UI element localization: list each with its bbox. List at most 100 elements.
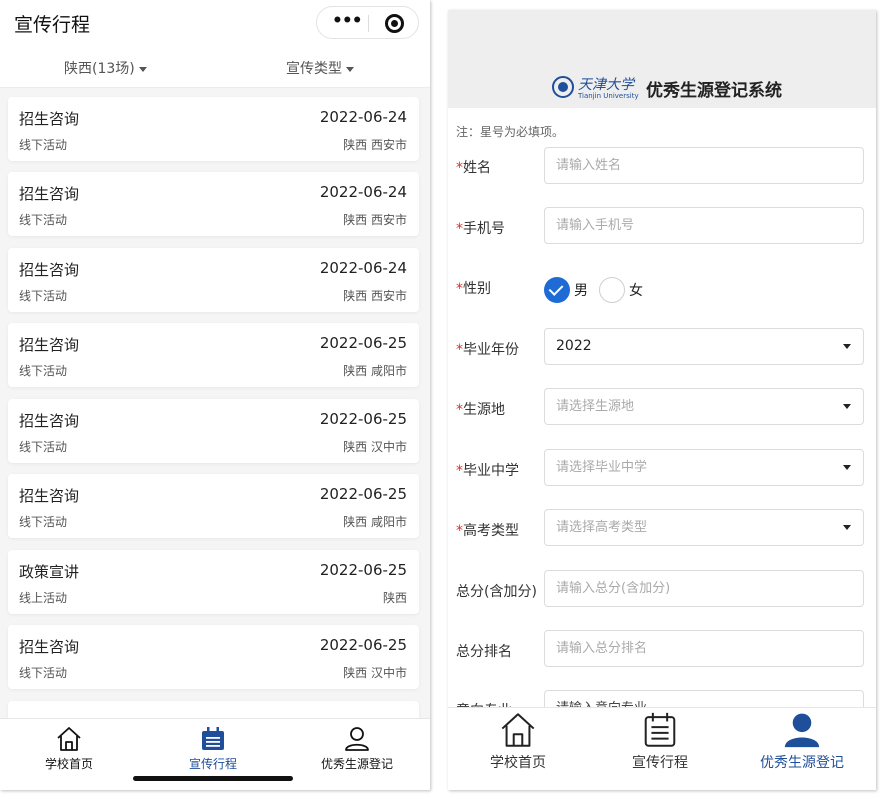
gender-male-radio[interactable]: [544, 277, 570, 303]
university-emblem-icon: [552, 76, 574, 98]
exam-type-select[interactable]: 请选择高考类型: [544, 509, 864, 546]
event-title: 招生咨询: [19, 261, 80, 279]
label-text: 毕业年份: [463, 342, 519, 358]
event-date: 2022-06-25: [319, 334, 407, 352]
home-icon: [57, 727, 81, 751]
rank-label: 总分排名: [456, 644, 512, 660]
event-location: 陕西: [382, 591, 407, 605]
phone-label: *手机号: [456, 218, 505, 238]
event-location: 陕西 西安市: [343, 138, 407, 152]
origin-placeholder: 请选择生源地: [556, 399, 635, 414]
event-mode: 线下活动: [19, 289, 68, 303]
user-icon: [784, 713, 820, 748]
event-location: 陕西 西安市: [343, 289, 407, 303]
tab-student-registration[interactable]: 优秀生源登记: [297, 725, 417, 772]
tab-label: 宣传行程: [632, 755, 688, 771]
total-score-label: 总分(含加分): [456, 584, 537, 600]
event-date: 2022-06-25: [319, 561, 407, 579]
logo-cn: 天津大学: [578, 77, 634, 93]
name-label: *姓名: [456, 157, 491, 177]
nav-bar: 宣传行程 •••: [0, 0, 430, 46]
total-score-input[interactable]: 请输入总分(含加分): [544, 570, 864, 607]
school-select[interactable]: 请选择毕业中学: [544, 449, 864, 486]
event-date: 2022-06-24: [319, 108, 407, 126]
header-banner: 天津大学 Tianjin University 优秀生源登记系统: [448, 10, 876, 108]
tab-itinerary[interactable]: 宣传行程: [153, 725, 273, 772]
event-mode: 线下活动: [19, 364, 68, 378]
type-filter[interactable]: 宣传类型: [286, 58, 354, 78]
page-title: 宣传行程: [14, 14, 91, 36]
event-mode: 线下活动: [19, 138, 68, 152]
event-date: 2022-06-24: [319, 259, 407, 277]
dropdown-arrow-icon: [843, 525, 851, 530]
gender-label: *性别: [456, 278, 491, 298]
tab-school-home[interactable]: 学校首页: [448, 710, 588, 772]
event-card[interactable]: 招生咨询 2022-06-24 线下活动 陕西 西安市: [8, 248, 419, 312]
required-mark: *: [456, 463, 463, 479]
required-mark: *: [456, 281, 463, 297]
user-icon: [345, 727, 369, 751]
event-card[interactable]: 招生咨询 2022-06-25 线下活动 陕西 汉中市: [8, 399, 419, 463]
event-title: 政策宣讲: [19, 563, 80, 581]
region-filter[interactable]: 陕西(13场): [64, 58, 147, 78]
required-mark: *: [456, 523, 463, 539]
school-placeholder: 请选择毕业中学: [556, 460, 648, 475]
event-location: 陕西 西安市: [343, 213, 407, 227]
event-card[interactable]: 招生咨询 2022-06-24 线下活动 陕西 西安市: [8, 97, 419, 161]
event-card[interactable]: 招生咨询 2022-06-25 线下活动 陕西 咸阳市: [8, 323, 419, 387]
required-mark: *: [456, 402, 463, 418]
origin-select[interactable]: 请选择生源地: [544, 388, 864, 425]
tab-label: 优秀生源登记: [760, 755, 844, 771]
tab-label: 学校首页: [44, 757, 93, 771]
close-icon[interactable]: [385, 14, 404, 33]
phone-input[interactable]: 请输入手机号: [544, 207, 864, 244]
region-filter-label: 陕西(13场): [64, 61, 135, 77]
exam-type-placeholder: 请选择高考类型: [556, 520, 648, 535]
label-text: 性别: [463, 281, 491, 297]
event-mode: 线下活动: [19, 440, 68, 454]
form-note: 注：星号为必填项。: [456, 125, 565, 139]
exam-type-label: *高考类型: [456, 520, 519, 540]
event-mode: 线下活动: [19, 213, 68, 227]
capsule-divider: [368, 15, 369, 32]
event-card[interactable]: 招生咨询 2022-06-25 线下活动 陕西 咸阳市: [8, 474, 419, 538]
more-icon[interactable]: •••: [332, 11, 363, 31]
grad-year-select[interactable]: 2022: [544, 328, 864, 365]
event-card[interactable]: 招生咨询 2022-06-25 线下活动 陕西 汉中市: [8, 625, 419, 689]
tab-itinerary[interactable]: 宣传行程: [590, 710, 730, 772]
label-text: 高考类型: [463, 523, 519, 539]
label-text: 手机号: [463, 221, 505, 237]
event-mode: 线下活动: [19, 666, 68, 680]
rank-input[interactable]: 请输入总分排名: [544, 630, 864, 667]
dropdown-arrow-icon: [843, 465, 851, 470]
event-card-partial[interactable]: [8, 701, 419, 718]
event-date: 2022-06-25: [319, 410, 407, 428]
grad-year-label: *毕业年份: [456, 339, 519, 359]
system-title: 优秀生源登记系统: [646, 81, 782, 101]
tab-label: 优秀生源登记: [320, 757, 393, 771]
name-input[interactable]: 请输入姓名: [544, 147, 864, 184]
school-label: *毕业中学: [456, 460, 519, 480]
event-list: 招生咨询 2022-06-24 线下活动 陕西 西安市 招生咨询 2022-06…: [0, 90, 430, 718]
caret-down-icon: [138, 66, 147, 72]
event-card[interactable]: 招生咨询 2022-06-24 线下活动 陕西 西安市: [8, 172, 419, 236]
label-text: 姓名: [463, 160, 491, 176]
event-date: 2022-06-25: [319, 485, 407, 503]
total-score-placeholder: 请输入总分(含加分): [556, 581, 671, 596]
event-title: 招生咨询: [19, 638, 80, 656]
event-card[interactable]: 政策宣讲 2022-06-25 线上活动 陕西: [8, 550, 419, 614]
grad-year-value: 2022: [556, 338, 592, 354]
event-location: 陕西 咸阳市: [343, 515, 407, 529]
tab-school-home[interactable]: 学校首页: [9, 725, 129, 772]
home-icon: [501, 713, 535, 747]
itinerary-screen: 宣传行程 ••• 陕西(13场) 宣传类型 招生咨询 2022-06-24 线下…: [0, 0, 430, 790]
required-mark: *: [456, 342, 463, 358]
required-mark: *: [456, 160, 463, 176]
tab-label: 宣传行程: [188, 757, 237, 771]
event-date: 2022-06-25: [319, 636, 407, 654]
label-text: 生源地: [463, 402, 505, 418]
phone-placeholder: 请输入手机号: [556, 218, 635, 233]
gender-female-radio[interactable]: [599, 277, 625, 303]
event-date: 2022-06-24: [319, 183, 407, 201]
tab-student-registration[interactable]: 优秀生源登记: [732, 710, 872, 772]
